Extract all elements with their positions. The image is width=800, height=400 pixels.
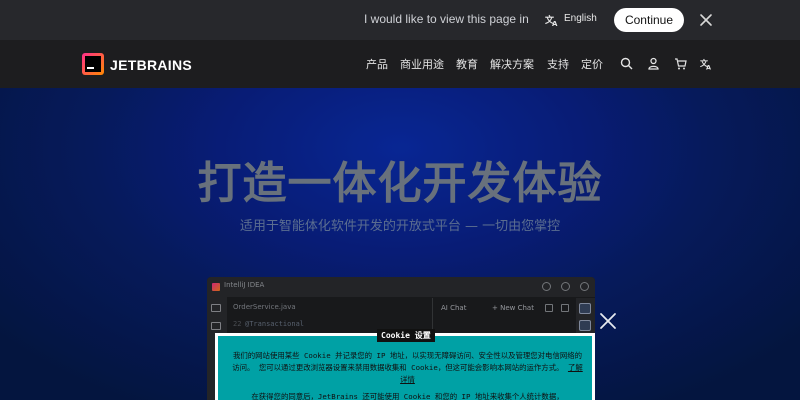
language-select[interactable]: English	[564, 13, 597, 24]
nav-item-products[interactable]: 产品	[366, 56, 388, 72]
continue-button[interactable]: Continue	[614, 8, 684, 32]
ide-title: IntelliJ IDEA	[224, 281, 265, 289]
nav-item-support[interactable]: 支持	[547, 56, 569, 72]
nav-item-solutions[interactable]: 解决方案	[490, 56, 534, 72]
nav-item-pricing[interactable]: 定价	[581, 56, 603, 72]
hero-subtitle: 适用于智能体化软件开发的开放式平台 — 一切由您掌控	[239, 219, 561, 234]
ide-gear-icon	[580, 282, 589, 291]
nav-item-business[interactable]: 商业用途	[400, 56, 444, 72]
ide-history-icon	[545, 304, 553, 312]
translate-icon: 文 A	[545, 14, 558, 27]
ide-editor-tab: OrderService.java	[233, 303, 296, 311]
logo-wordmark[interactable]: JETBRAINS	[110, 57, 192, 73]
ide-chat-title: AI Chat	[441, 304, 467, 312]
cart-icon[interactable]	[674, 57, 687, 70]
ide-doc-icon	[579, 320, 591, 331]
close-icon[interactable]	[697, 11, 715, 29]
ide-search-icon	[561, 282, 570, 291]
svg-text:A: A	[552, 20, 558, 27]
hero-title: 打造一体化开发体验	[197, 158, 603, 209]
nav-item-education[interactable]: 教育	[456, 56, 478, 72]
ide-structure-icon	[211, 322, 221, 330]
ide-code-line: @Transactional	[245, 320, 305, 328]
svg-text:A: A	[706, 64, 711, 71]
ide-ai-icon	[579, 303, 591, 314]
cookie-consent-text: 在获得您的同意后，JetBrains 还可能使用 Cookie 和您的 IP 地…	[251, 392, 564, 400]
cookie-description-text: 我们的网站使用某些 Cookie 并记录您的 IP 地址，以实现无障碍访问、安全…	[232, 351, 583, 372]
ide-folder-icon	[211, 304, 221, 312]
cookie-description: 我们的网站使用某些 Cookie 并记录您的 IP 地址，以实现无障碍访问、安全…	[230, 350, 585, 386]
ide-logo-icon	[212, 283, 220, 291]
user-icon[interactable]	[647, 57, 660, 70]
ide-settings-icon	[542, 282, 551, 291]
ide-titlebar	[207, 277, 595, 297]
search-icon[interactable]	[620, 57, 633, 70]
cookie-dialog-title: Cookie 设置	[377, 329, 435, 342]
jetbrains-logo-icon[interactable]	[82, 53, 104, 75]
close-icon[interactable]	[598, 311, 618, 331]
language-icon[interactable]: 文 A	[700, 57, 713, 70]
ide-line-number: 22	[233, 320, 242, 328]
ide-more-icon	[561, 304, 569, 312]
ide-new-chat: + New Chat	[492, 304, 534, 312]
translate-prompt: I would like to view this page in	[364, 12, 529, 26]
